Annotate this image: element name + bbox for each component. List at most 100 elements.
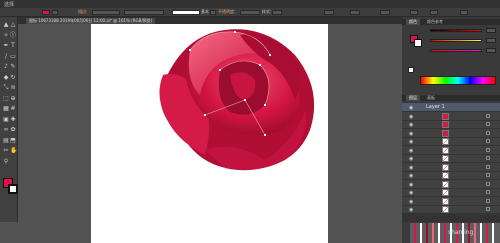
stroke-color-swatch[interactable] <box>8 184 18 194</box>
visibility-eye-icon[interactable]: ◉ <box>409 139 413 145</box>
layers-panel-tabs: 图层 画板 <box>402 95 500 101</box>
zoom-tool-icon[interactable]: ⚲ <box>3 158 9 165</box>
direct-selection-tool-icon[interactable]: △ <box>10 22 16 28</box>
pencil-tool-icon[interactable]: ✎ <box>10 64 16 70</box>
visibility-eye-icon[interactable]: ◉ <box>409 156 413 162</box>
target-circle-icon[interactable] <box>486 139 490 143</box>
graph-tool-icon[interactable]: ▤ <box>3 137 9 144</box>
target-circle-icon[interactable] <box>486 130 490 135</box>
arrange-documents-button[interactable] <box>380 10 390 15</box>
eraser-tool-icon[interactable]: ◆ <box>3 74 9 81</box>
tab-color[interactable]: 颜色 <box>406 19 420 25</box>
stroke-weight-field[interactable] <box>92 10 120 15</box>
visibility-eye-icon[interactable]: ◉ <box>409 114 413 120</box>
visibility-eye-icon[interactable]: ◉ <box>409 199 413 205</box>
stroke-label[interactable]: 描边: <box>78 9 87 15</box>
layer-thumbnail <box>442 172 449 179</box>
target-circle-icon[interactable] <box>486 156 490 160</box>
visibility-eye-icon[interactable]: ◉ <box>409 122 413 128</box>
green-value-field[interactable] <box>486 38 496 43</box>
tab-layers[interactable]: 图层 <box>406 95 420 101</box>
fill-color-control[interactable] <box>42 10 50 15</box>
tab-artboards[interactable]: 画板 <box>424 95 438 101</box>
magic-wand-tool-icon[interactable]: ✧ <box>3 32 9 39</box>
hand-tool-icon[interactable]: ✋ <box>10 148 17 154</box>
target-circle-icon[interactable] <box>486 164 490 169</box>
type-tool-icon[interactable]: T <box>10 43 16 49</box>
color-spectrum[interactable] <box>420 76 496 85</box>
mesh-tool-icon[interactable]: # <box>10 106 16 112</box>
transform-icon[interactable] <box>430 10 438 15</box>
layer-thumbnail <box>442 121 449 128</box>
gradient-tool-icon[interactable]: ▣ <box>3 116 9 123</box>
menu-bar: 选择 <box>0 0 500 8</box>
document-setup-button[interactable] <box>324 10 334 15</box>
target-circle-icon[interactable] <box>486 173 490 177</box>
none-swatch[interactable] <box>408 67 414 73</box>
layer-name[interactable]: Layer 1 <box>426 104 445 110</box>
visibility-eye-icon[interactable]: ◉ <box>409 165 413 171</box>
green-slider[interactable] <box>430 39 482 42</box>
more-options-icon[interactable] <box>460 10 468 15</box>
visibility-eye-icon[interactable]: ◉ <box>409 182 413 188</box>
scale-tool-icon[interactable]: ⤡ <box>3 85 9 91</box>
fill-dropdown[interactable] <box>52 10 58 15</box>
target-circle-icon[interactable] <box>486 198 490 203</box>
layer-thumbnail <box>442 138 449 145</box>
visibility-eye-icon[interactable]: ◉ <box>409 173 413 179</box>
blue-value-field[interactable] <box>486 48 496 53</box>
brush-dropdown[interactable] <box>210 10 216 15</box>
stroke-swatch[interactable] <box>414 39 422 47</box>
tab-color-guide[interactable]: 颜色参考 <box>424 19 446 25</box>
swatch-stripe <box>444 223 446 243</box>
swatch-stripe <box>492 223 494 243</box>
slice-tool-icon[interactable]: ✂ <box>3 148 9 154</box>
target-circle-icon[interactable] <box>486 207 490 211</box>
layers-footer <box>402 213 500 222</box>
right-dock: 颜色 颜色参考 图层 画板 ◉ Layer 1 ◉ ◉ ◉ ◉ ◉ ◉ ◉ ◉ ◉ ◉ ◉ ◉ <box>402 17 500 243</box>
selection-tool-icon[interactable]: ▲ <box>3 22 9 28</box>
perspective-tool-icon[interactable]: ▦ <box>3 106 9 112</box>
pen-tool-icon[interactable]: ✒ <box>3 43 9 49</box>
target-circle-icon[interactable] <box>486 113 490 118</box>
line-tool-icon[interactable]: / <box>3 53 9 60</box>
visibility-eye-icon[interactable]: ◉ <box>409 190 413 196</box>
blend-tool-icon[interactable]: ∞ <box>3 127 9 133</box>
target-circle-icon[interactable] <box>486 122 490 126</box>
artboard-tool-icon[interactable]: ⬒ <box>10 137 16 144</box>
opacity-field[interactable] <box>240 10 260 15</box>
red-value-field[interactable] <box>486 28 496 33</box>
layer-thumbnail <box>442 197 449 205</box>
blue-slider[interactable] <box>430 49 482 52</box>
shape-builder-tool-icon[interactable]: ⊕ <box>10 95 16 102</box>
swatch-stripe <box>426 223 428 243</box>
brush-definition[interactable] <box>172 10 200 15</box>
target-circle-icon[interactable] <box>486 190 490 194</box>
menu-select[interactable]: 选择 <box>4 1 14 8</box>
visibility-eye-icon[interactable]: ◉ <box>409 148 413 154</box>
layer-thumbnail <box>442 163 449 171</box>
rectangle-tool-icon[interactable]: ▭ <box>10 53 16 60</box>
rotate-tool-icon[interactable]: ↻ <box>10 74 16 81</box>
style-label: 样式: <box>262 9 272 14</box>
visibility-eye-icon[interactable]: ◉ <box>409 131 413 137</box>
rose-artwork[interactable] <box>145 20 325 180</box>
align-icon[interactable] <box>410 10 418 15</box>
opacity-label[interactable]: 不透明度: <box>218 9 235 15</box>
free-transform-tool-icon[interactable]: ⬚ <box>3 95 9 102</box>
paintbrush-tool-icon[interactable]: ♪ <box>3 64 9 70</box>
width-tool-icon[interactable]: ≋ <box>10 85 16 91</box>
swatch-stripe <box>432 223 434 243</box>
lasso-tool-icon[interactable]: ⓛ <box>10 32 16 39</box>
visibility-eye-icon[interactable]: ◉ <box>409 105 413 111</box>
color-panel-tabs: 颜色 颜色参考 <box>402 19 500 25</box>
eyedropper-tool-icon[interactable]: ✚ <box>10 116 16 123</box>
target-circle-icon[interactable] <box>486 147 490 152</box>
target-circle-icon[interactable] <box>486 181 490 186</box>
tools-panel: ▲ △ ✧ ⓛ ✒ T / ▭ ♪ ✎ ◆ ↻ ⤡ ≋ ⬚ ⊕ ▦ # ▣ ✚ ∞ ✿ ▤ ⬒ ✂ ✋ ⚲ <box>0 17 18 222</box>
symbol-sprayer-tool-icon[interactable]: ✿ <box>10 127 16 133</box>
graphic-style-dropdown[interactable] <box>272 10 282 15</box>
variable-width-profile[interactable] <box>124 10 164 15</box>
preferences-button[interactable] <box>350 10 360 15</box>
red-slider[interactable] <box>430 29 482 32</box>
